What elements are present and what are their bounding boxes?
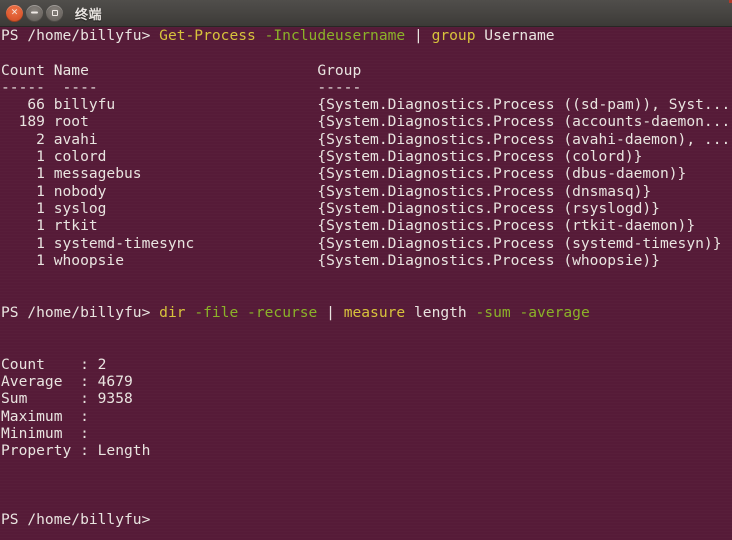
table-row: 1 whoopsie {System.Diagnostics.Process (… <box>0 252 732 269</box>
table-cell-group: {System.Diagnostics.Process (colord)} <box>317 148 643 166</box>
measure-row: Property : Length <box>0 442 732 459</box>
table-row: 1 systemd-timesync {System.Diagnostics.P… <box>0 235 732 252</box>
table-cell-count-name: 1 systemd-timesync <box>1 234 318 252</box>
table-cell-group: {System.Diagnostics.Process (rsyslogd)} <box>317 199 660 217</box>
table-cell-count-name: 1 rtkit <box>1 217 318 235</box>
table-separator-left: ----- ---- <box>1 78 318 96</box>
close-icon: × <box>10 7 19 17</box>
table-cell-count-name: 1 whoopsie <box>1 251 318 269</box>
measure-row: Maximum : <box>0 408 732 425</box>
table-row: 1 rtkit {System.Diagnostics.Process (rtk… <box>0 217 732 234</box>
table-row: 1 messagebus {System.Diagnostics.Process… <box>0 165 732 182</box>
terminal-window: × 终端 PS /home/billyfu> Get-Process -Incl… <box>0 0 732 540</box>
measure-cell: Count : 2 <box>1 355 107 373</box>
table-header-group: Group <box>317 61 362 79</box>
measure-command[interactable]: PS /home/billyfu> dir -file -recurse | m… <box>0 304 732 321</box>
close-button[interactable]: × <box>6 4 23 22</box>
table-row: 189 root {System.Diagnostics.Process (ac… <box>0 113 732 130</box>
measure-cell: Sum : 9358 <box>1 390 133 408</box>
minimize-button[interactable] <box>26 4 43 22</box>
window-title: 终端 <box>75 7 103 23</box>
minimize-icon <box>31 11 38 14</box>
measure-cell: Minimum : <box>1 424 98 442</box>
table-cell-count-name: 189 root <box>1 113 318 131</box>
measure-row: Average : 4679 <box>0 373 732 390</box>
table-cell-count-name: 1 colord <box>1 148 318 166</box>
final-prompt-line[interactable]: PS /home/billyfu> <box>0 511 732 528</box>
table-row: 1 colord {System.Diagnostics.Process (co… <box>0 148 732 165</box>
terminal-screen: PS /home/billyfu> Get-Process -Includeus… <box>0 27 732 529</box>
table-cell-count-name: 1 messagebus <box>1 165 318 183</box>
table-cell-count-name: 1 nobody <box>1 182 318 200</box>
maximize-button[interactable] <box>46 4 63 22</box>
terminal-body[interactable]: PS /home/billyfu> Get-Process -Includeus… <box>0 27 732 540</box>
table-row: 2 avahi {System.Diagnostics.Process (ava… <box>0 131 732 148</box>
table-cell-group: {System.Diagnostics.Process ((sd-pam)), … <box>317 96 731 114</box>
window-titlebar[interactable]: × 终端 <box>0 0 732 27</box>
table-cell-group: {System.Diagnostics.Process (whoopsie)} <box>317 251 660 269</box>
get-process-command[interactable]: PS /home/billyfu> Get-Process -Includeus… <box>0 27 732 44</box>
table-cell-count-name: 2 avahi <box>1 130 318 148</box>
measure-cell: Maximum : <box>1 407 98 425</box>
table-header-count-name: Count Name <box>1 61 318 79</box>
table-row: 1 nobody {System.Diagnostics.Process (dn… <box>0 183 732 200</box>
table-cell-count-name: 1 syslog <box>1 199 318 217</box>
table-cell-group: {System.Diagnostics.Process (rtkit-daemo… <box>317 217 696 235</box>
table-separator-row: ----- ---- ----- <box>0 79 732 96</box>
table-row: 66 billyfu {System.Diagnostics.Process (… <box>0 96 732 113</box>
measure-cell: Average : 4679 <box>1 372 133 390</box>
maximize-icon <box>51 10 58 16</box>
table-cell-group: {System.Diagnostics.Process (accounts-da… <box>317 113 731 131</box>
table-cell-group: {System.Diagnostics.Process (dnsmasq)} <box>317 182 652 200</box>
table-cell-group: {System.Diagnostics.Process (systemd-tim… <box>317 234 722 252</box>
shell-prompt: PS /home/billyfu> <box>1 511 151 529</box>
measure-row: Count : 2 <box>0 356 732 373</box>
table-row: 1 syslog {System.Diagnostics.Process (rs… <box>0 200 732 217</box>
table-cell-count-name: 66 billyfu <box>1 96 318 114</box>
table-cell-group: {System.Diagnostics.Process (avahi-daemo… <box>317 130 731 148</box>
measure-row: Minimum : <box>0 425 732 442</box>
table-separator-group: ----- <box>317 78 362 96</box>
measure-cell: Property : Length <box>1 442 151 460</box>
measure-row: Sum : 9358 <box>0 390 732 407</box>
table-header-row: Count Name Group <box>0 62 732 79</box>
table-cell-group: {System.Diagnostics.Process (dbus-daemon… <box>317 165 687 183</box>
